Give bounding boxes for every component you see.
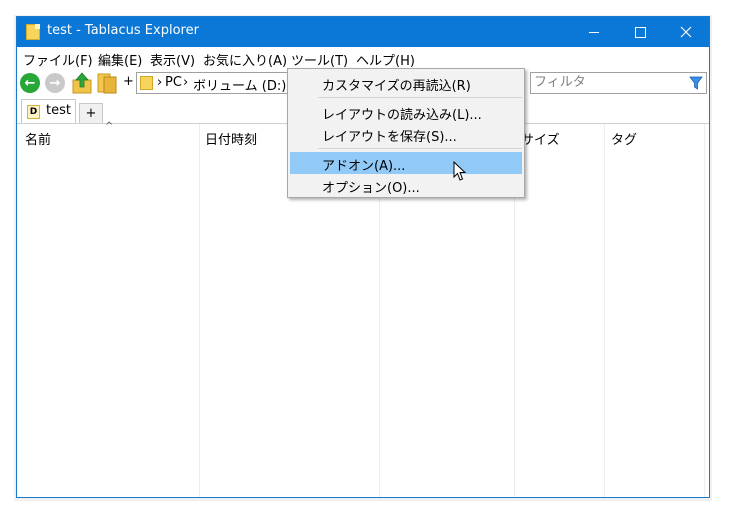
tab-drive-icon: D — [27, 105, 40, 119]
menu-help[interactable]: ヘルプ(H) — [356, 50, 415, 69]
filter-box — [530, 72, 707, 94]
tools-dropdown-menu: カスタマイズの再読込(R) レイアウトの読み込み(L)... レイアウトを保存(… — [287, 68, 525, 198]
address-sep-1: › — [157, 75, 163, 90]
tab-label: test — [46, 103, 71, 118]
title-bar[interactable]: test - Tablacus Explorer — [17, 17, 709, 47]
up-button[interactable] — [72, 72, 92, 94]
menu-tools[interactable]: ツール(T) — [291, 50, 348, 69]
app-folder-icon — [26, 24, 40, 40]
forward-button[interactable]: → — [45, 73, 65, 93]
column-header-name[interactable]: 名前 — [25, 129, 51, 148]
maximize-button[interactable] — [617, 17, 663, 47]
menu-item-label: アドオン(A)... — [322, 159, 406, 174]
menu-item-label: オプション(O)... — [322, 181, 420, 196]
mouse-cursor-icon — [453, 161, 467, 181]
menu-item-label: レイアウトの読み込み(L)... — [322, 108, 482, 123]
column-separator[interactable] — [704, 124, 705, 497]
minimize-button[interactable] — [571, 17, 617, 47]
address-segment-volume[interactable]: ボリューム (D:) — [193, 75, 286, 94]
maximize-icon — [634, 26, 646, 38]
menu-item-load-layout[interactable]: レイアウトの読み込み(L)... — [290, 101, 522, 123]
menu-item-options[interactable]: オプション(O)... — [290, 174, 522, 196]
filter-funnel-icon[interactable] — [689, 76, 703, 90]
address-sep-2: › — [183, 75, 189, 90]
address-segment-pc[interactable]: PC — [165, 75, 182, 90]
column-separator[interactable] — [604, 124, 605, 497]
address-bar[interactable]: › PC › ボリューム (D:) — [136, 72, 300, 94]
menu-separator — [318, 148, 522, 149]
address-folder-icon — [140, 76, 153, 90]
back-button[interactable]: ← — [20, 73, 40, 93]
column-header-size[interactable]: サイズ — [521, 129, 560, 148]
menu-edit[interactable]: 編集(E) — [98, 50, 142, 69]
menu-separator — [318, 97, 522, 98]
up-folder-icon — [72, 72, 92, 94]
add-tab-button[interactable]: + — [79, 103, 103, 123]
minimize-icon — [589, 31, 599, 33]
menu-item-reload-customize[interactable]: カスタマイズの再読込(R) — [290, 72, 522, 94]
tab-test[interactable]: D test — [21, 99, 76, 123]
menu-item-addons[interactable]: アドオン(A)... — [290, 152, 522, 174]
column-separator[interactable] — [199, 124, 200, 497]
sort-ascending-icon: ^ — [105, 121, 114, 132]
folder-button[interactable] — [96, 72, 118, 94]
window-title: test - Tablacus Explorer — [47, 23, 199, 38]
menu-file[interactable]: ファイル(F) — [23, 50, 93, 69]
menu-bar: ファイル(F) 編集(E) 表示(V) お気に入り(A) ツール(T) ヘルプ(… — [17, 47, 709, 69]
back-arrow-icon: ← — [24, 75, 36, 91]
close-button[interactable] — [663, 17, 709, 47]
forward-arrow-icon: → — [49, 75, 61, 91]
folder-icon — [97, 73, 117, 94]
column-header-tags[interactable]: タグ — [611, 129, 637, 148]
menu-item-save-layout[interactable]: レイアウトを保存(S)... — [290, 123, 522, 145]
column-header-date[interactable]: 日付時刻 — [205, 129, 257, 148]
menu-favorites[interactable]: お気に入り(A) — [203, 50, 287, 69]
close-icon — [680, 26, 692, 38]
filter-input[interactable] — [534, 75, 684, 90]
add-toolbar-label: + — [123, 74, 134, 89]
menu-view[interactable]: 表示(V) — [150, 50, 195, 69]
menu-item-label: レイアウトを保存(S)... — [322, 130, 457, 145]
menu-item-label: カスタマイズの再読込(R) — [322, 79, 471, 94]
